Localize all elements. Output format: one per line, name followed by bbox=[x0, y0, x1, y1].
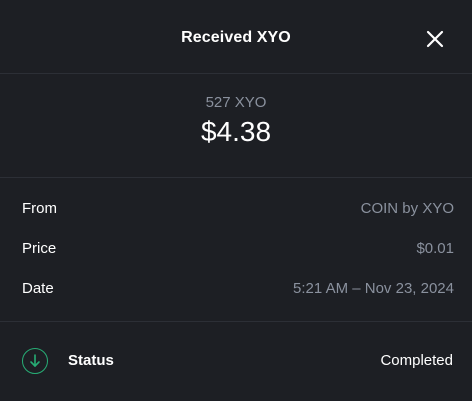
detail-label: Date bbox=[22, 279, 54, 297]
detail-value: COIN by XYO bbox=[360, 199, 454, 217]
detail-row-from: From COIN by XYO bbox=[22, 197, 454, 219]
close-icon bbox=[426, 30, 444, 48]
fiat-amount: $4.38 bbox=[200, 116, 272, 147]
detail-value: 5:21 AM – Nov 23, 2024 bbox=[293, 279, 454, 297]
detail-label: Price bbox=[22, 239, 57, 257]
transaction-details-modal: Received XYO 527 XYO $4.38 From COIN by … bbox=[0, 0, 472, 401]
detail-row-date: Date 5:21 AM – Nov 23, 2024 bbox=[22, 277, 454, 299]
modal-header: Received XYO bbox=[0, 0, 472, 74]
arrow-down-icon bbox=[22, 348, 48, 374]
detail-label: From bbox=[22, 199, 57, 217]
details-section: From COIN by XYO Price $0.01 Date 5:21 A… bbox=[0, 178, 472, 322]
status-label: Status bbox=[68, 352, 114, 369]
modal-title: Received XYO bbox=[181, 29, 291, 46]
amount-section: 527 XYO $4.38 bbox=[0, 74, 472, 178]
status-value: Completed bbox=[380, 352, 453, 369]
detail-value: $0.01 bbox=[416, 239, 454, 257]
detail-row-price: Price $0.01 bbox=[22, 237, 454, 259]
close-button[interactable] bbox=[426, 30, 444, 48]
status-section: Status Completed bbox=[0, 322, 472, 400]
crypto-amount: 527 XYO bbox=[205, 94, 267, 111]
